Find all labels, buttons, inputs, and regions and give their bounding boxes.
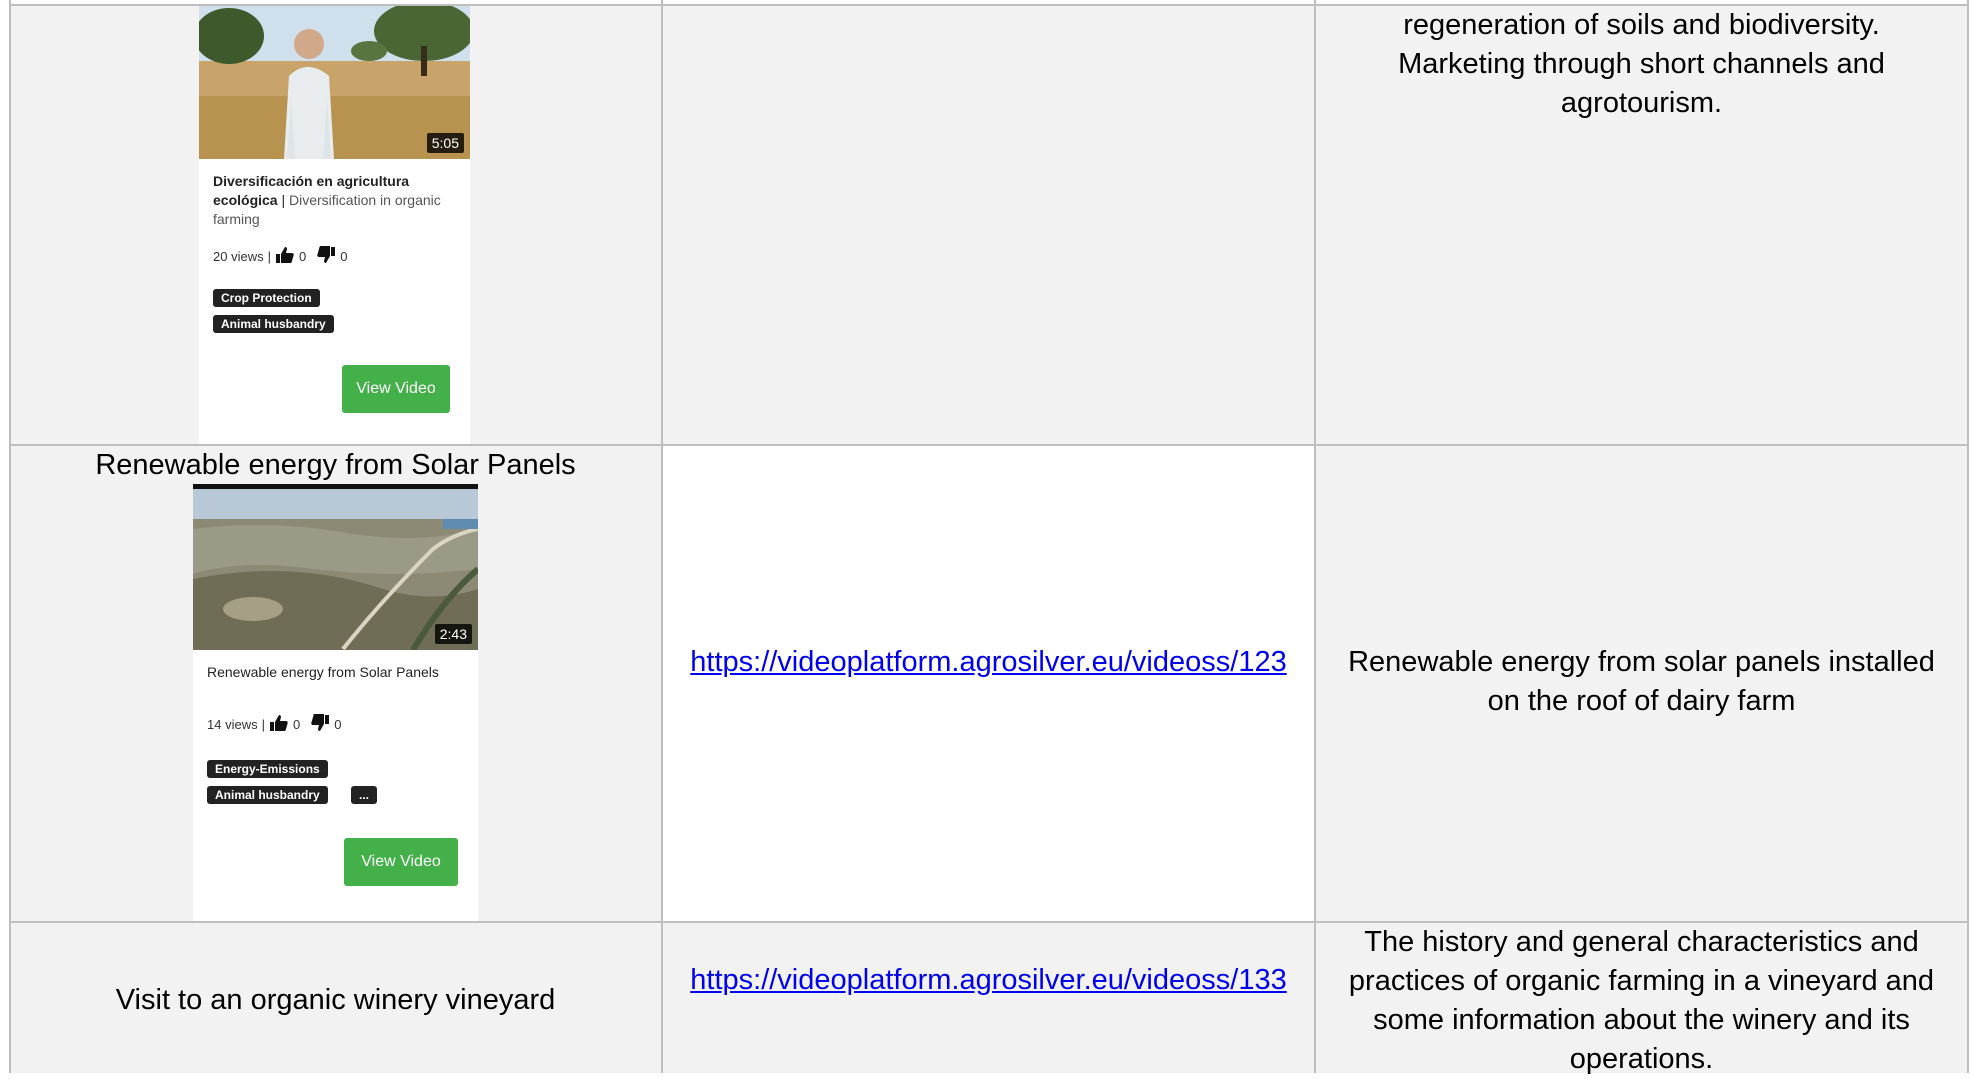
video-thumbnail[interactable]: 5:05 [199, 6, 470, 159]
likes-count: 0 [292, 717, 301, 732]
row1-col1: 5:05 Diversificación en agricultura ecol… [10, 6, 661, 444]
row3-description: The history and general characteristics … [1348, 926, 1935, 1075]
table-border [10, 444, 1969, 446]
row1-description: regeneration of soils and biodiversity. … [1398, 9, 1885, 119]
views-count: 14 views [207, 717, 258, 732]
tag-crop-protection[interactable]: Crop Protection [213, 289, 320, 307]
table-border [10, 4, 1969, 6]
dislikes-count: 0 [334, 717, 342, 732]
row2-title: Renewable energy from Solar Panels [95, 449, 576, 481]
row3-link[interactable]: https://videoplatform.agrosilver.eu/vide… [678, 961, 1299, 1000]
tag-animal-husbandry[interactable]: Animal husbandry [213, 315, 334, 333]
video-card: 2:43 Renewable energy from Solar Panels … [193, 484, 478, 921]
more-tags-button[interactable]: ... [351, 786, 378, 804]
video-title: Renewable energy from Solar Panels [207, 663, 466, 682]
table-border [9, 0, 11, 1073]
view-video-button[interactable]: View Video [344, 838, 458, 886]
row3-col2: https://videoplatform.agrosilver.eu/vide… [663, 923, 1314, 1073]
thumbs-up-icon[interactable] [269, 714, 289, 735]
views-count: 20 views [213, 249, 264, 264]
video-title: Diversificación en agricultura ecológica… [213, 173, 441, 227]
thumbs-up-icon[interactable] [275, 246, 295, 267]
video-card: 5:05 Diversificación en agricultura ecol… [199, 6, 470, 444]
thumbs-down-icon[interactable] [316, 246, 336, 267]
row1-col2 [663, 6, 1314, 444]
row2-link[interactable]: https://videoplatform.agrosilver.eu/vide… [678, 643, 1299, 682]
video-meta: 14 views | 0 0 [207, 714, 341, 735]
video-table: 5:05 Diversificación en agricultura ecol… [0, 0, 1971, 1075]
table-border [661, 0, 663, 1073]
video-thumbnail[interactable]: 2:43 [193, 484, 478, 650]
video-duration: 2:43 [434, 624, 472, 644]
video-title-text: Renewable energy from Solar Panels [207, 664, 439, 680]
likes-count: 0 [298, 249, 307, 264]
thumbs-down-icon[interactable] [310, 714, 330, 735]
view-video-button[interactable]: View Video [342, 365, 450, 413]
dislikes-count: 0 [340, 249, 348, 264]
row3-title: Visit to an organic winery vineyard [115, 984, 556, 1016]
row2-col3: Renewable energy from solar panels insta… [1316, 446, 1967, 921]
row1-col3: regeneration of soils and biodiversity. … [1316, 6, 1967, 444]
table-border [1967, 0, 1969, 1073]
row2-col2: https://videoplatform.agrosilver.eu/vide… [663, 446, 1314, 921]
video-duration: 5:05 [426, 133, 464, 153]
row2-col1: Renewable energy from Solar Panels 2:43 … [10, 446, 661, 921]
video-meta: 20 views | 0 0 [213, 246, 347, 267]
row2-description: Renewable energy from solar panels insta… [1348, 646, 1935, 717]
table-border [1314, 0, 1316, 1073]
tag-animal-husbandry[interactable]: Animal husbandry [207, 786, 328, 804]
tag-energy-emissions[interactable]: Energy-Emissions [207, 760, 328, 778]
row3-col3: The history and general characteristics … [1316, 923, 1967, 1075]
row3-col1: Visit to an organic winery vineyard [10, 923, 661, 1073]
table-border [10, 921, 1969, 923]
